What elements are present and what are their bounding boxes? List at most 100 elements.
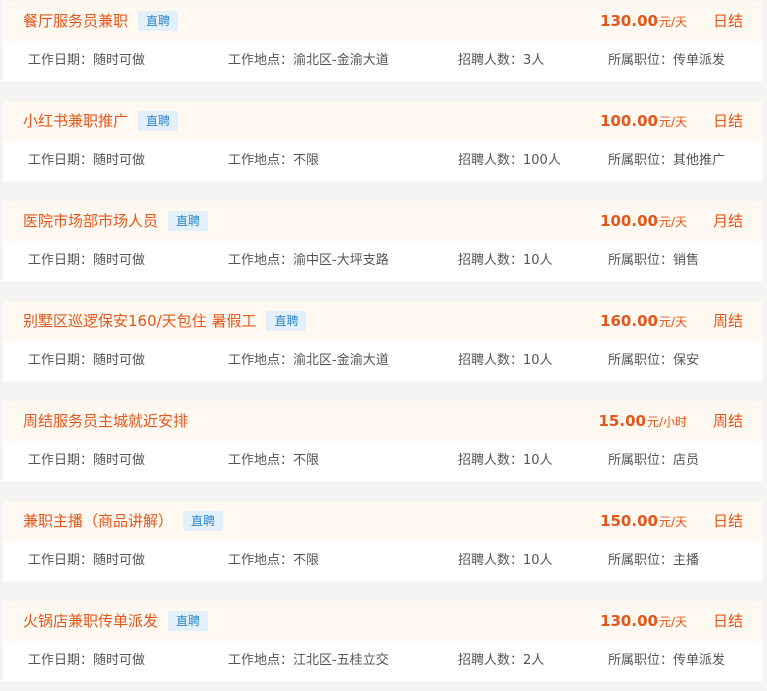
recruit-count-label: 招聘人数： [458,153,524,168]
job-details: 工作日期：随时可做 工作地点：不限 招聘人数：10人 所属职位：店员 [3,441,763,481]
work-date-value: 随时可做 [93,553,146,568]
work-date-label: 工作日期： [28,253,94,268]
work-location-label: 工作地点： [228,253,294,268]
work-date-value: 随时可做 [93,53,146,68]
job-card-header: 周结服务员主城就近安排 15.00元/小时 周结 [3,401,763,441]
job-position-value: 销售 [673,253,700,268]
job-card[interactable]: 火锅店兼职传单派发 直聘 130.00元/天 日结 工作日期：随时可做 工作地点：… [3,601,763,681]
job-title-text[interactable]: 周结服务员主城就近安排 [23,412,188,430]
work-date: 工作日期：随时可做 [28,53,145,69]
job-card[interactable]: 兼职主播（商品讲解） 直聘 150.00元/天 日结 工作日期：随时可做 工作地点… [3,501,763,581]
job-title-text[interactable]: 餐厅服务员兼职 [23,12,128,30]
salary: 160.00元/天 [600,311,687,331]
job-title-text[interactable]: 小红书兼职推广 [23,112,128,130]
work-location: 工作地点：渝北区-金渝大道 [228,53,389,69]
job-position-value: 传单派发 [673,53,726,68]
recruit-count-label: 招聘人数： [458,553,524,568]
job-position: 所属职位：主播 [608,553,699,569]
salary-amount: 100.00 [600,112,658,130]
job-details: 工作日期：随时可做 工作地点：渝北区-金渝大道 招聘人数：10人 所属职位：保安 [3,341,763,381]
work-location-label: 工作地点： [228,153,294,168]
salary-unit: 元/天 [658,615,687,629]
work-date-label: 工作日期： [28,353,94,368]
job-position: 所属职位：保安 [608,353,699,369]
job-title[interactable]: 周结服务员主城就近安排 [23,411,188,431]
job-card[interactable]: 别墅区巡逻保安160/天包住 暑假工 直聘 160.00元/天 周结 工作日期：随… [3,301,763,381]
salary: 150.00元/天 [600,511,687,531]
job-position-label: 所属职位： [608,153,674,168]
job-card[interactable]: 餐厅服务员兼职 直聘 130.00元/天 日结 工作日期：随时可做 工作地点：渝北… [3,1,763,81]
recruit-count-value: 10人 [523,253,553,268]
job-position-value: 其他推广 [673,153,726,168]
job-card-header: 别墅区巡逻保安160/天包住 暑假工 直聘 160.00元/天 周结 [3,301,763,341]
job-details: 工作日期：随时可做 工作地点：江北区-五桂立交 招聘人数：2人 所属职位：传单派… [3,641,763,681]
salary: 130.00元/天 [600,611,687,631]
job-title-text[interactable]: 火锅店兼职传单派发 [23,612,158,630]
direct-hire-badge: 直聘 [266,311,307,331]
recruit-count: 招聘人数：3人 [458,53,544,69]
job-position-value: 保安 [673,353,700,368]
salary-unit: 元/小时 [646,415,687,429]
job-card[interactable]: 周结服务员主城就近安排 15.00元/小时 周结 工作日期：随时可做 工作地点：… [3,401,763,481]
work-location-label: 工作地点： [228,53,294,68]
job-card-header: 医院市场部市场人员 直聘 100.00元/天 月结 [3,201,763,241]
salary: 100.00元/天 [600,111,687,131]
settlement-type: 日结 [712,612,743,630]
job-title[interactable]: 医院市场部市场人员 直聘 [23,211,209,231]
job-title[interactable]: 小红书兼职推广 直聘 [23,111,179,131]
work-date-value: 随时可做 [93,353,146,368]
work-date: 工作日期：随时可做 [28,253,145,269]
job-position-label: 所属职位： [608,653,674,668]
settlement-type: 月结 [712,212,743,230]
recruit-count: 招聘人数：10人 [458,253,553,269]
job-details: 工作日期：随时可做 工作地点：渝中区-大坪支路 招聘人数：10人 所属职位：销售 [3,241,763,281]
work-location-value: 江北区-五桂立交 [293,653,389,668]
work-date: 工作日期：随时可做 [28,553,145,569]
recruit-count: 招聘人数：2人 [458,653,544,669]
work-date-value: 随时可做 [93,253,146,268]
work-date-value: 随时可做 [93,653,146,668]
recruit-count-label: 招聘人数： [458,353,524,368]
job-list: 餐厅服务员兼职 直聘 130.00元/天 日结 工作日期：随时可做 工作地点：渝北… [0,0,767,691]
work-date-label: 工作日期： [28,53,94,68]
salary-unit: 元/天 [658,215,687,229]
job-title[interactable]: 别墅区巡逻保安160/天包住 暑假工 直聘 [23,311,307,331]
job-title[interactable]: 火锅店兼职传单派发 直聘 [23,611,209,631]
recruit-count-value: 10人 [523,553,553,568]
work-location: 工作地点：渝中区-大坪支路 [228,253,389,269]
recruit-count: 招聘人数：100人 [458,153,561,169]
settlement-type: 日结 [712,112,743,130]
recruit-count-value: 3人 [523,53,545,68]
job-card-header: 餐厅服务员兼职 直聘 130.00元/天 日结 [3,1,763,41]
job-title[interactable]: 兼职主播（商品讲解） 直聘 [23,511,224,531]
recruit-count: 招聘人数：10人 [458,353,553,369]
work-date: 工作日期：随时可做 [28,453,145,469]
job-position: 所属职位：其他推广 [608,153,725,169]
job-position-value: 传单派发 [673,653,726,668]
salary-unit: 元/天 [658,315,687,329]
recruit-count-label: 招聘人数： [458,53,524,68]
salary-amount: 160.00 [600,312,658,330]
job-details: 工作日期：随时可做 工作地点：不限 招聘人数：100人 所属职位：其他推广 [3,141,763,181]
salary: 100.00元/天 [600,211,687,231]
job-title-text[interactable]: 医院市场部市场人员 [23,212,158,230]
job-title[interactable]: 餐厅服务员兼职 直聘 [23,11,179,31]
salary-amount: 15.00 [598,412,646,430]
work-date-label: 工作日期： [28,653,94,668]
job-card[interactable]: 医院市场部市场人员 直聘 100.00元/天 月结 工作日期：随时可做 工作地点：… [3,201,763,281]
job-position-value: 店员 [673,453,700,468]
work-date: 工作日期：随时可做 [28,153,145,169]
work-location-value: 渝北区-金渝大道 [293,53,389,68]
job-title-text[interactable]: 别墅区巡逻保安160/天包住 暑假工 [23,312,256,330]
work-location-value: 渝中区-大坪支路 [293,253,389,268]
settlement-type: 日结 [712,512,743,530]
job-position-label: 所属职位： [608,453,674,468]
recruit-count: 招聘人数：10人 [458,553,553,569]
job-card[interactable]: 小红书兼职推广 直聘 100.00元/天 日结 工作日期：随时可做 工作地点：不限… [3,101,763,181]
work-location-label: 工作地点： [228,553,294,568]
direct-hire-badge: 直聘 [138,11,179,31]
salary-amount: 130.00 [600,12,658,30]
job-position-label: 所属职位： [608,553,674,568]
recruit-count-value: 10人 [523,453,553,468]
job-title-text[interactable]: 兼职主播（商品讲解） [23,512,173,530]
